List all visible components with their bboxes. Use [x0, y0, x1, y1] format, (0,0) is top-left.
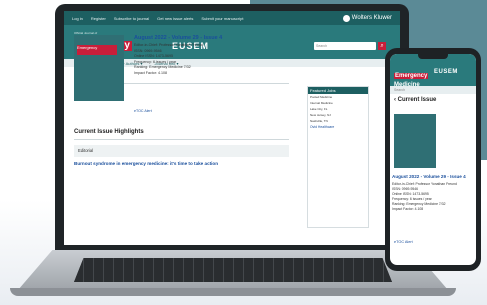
login-link[interactable]: Log in: [72, 16, 83, 21]
impact-factor: Impact Factor: 4.108: [134, 70, 167, 75]
wolters-kluwer-icon: [342, 14, 350, 22]
search-icon[interactable]: ⌕: [378, 42, 386, 50]
etoc-alert-link[interactable]: eTOC Alert: [134, 109, 152, 113]
article-link[interactable]: Burnout syndrome in emergency medicine: …: [74, 161, 218, 166]
featured-jobs-panel: Featured Jobs Pooled Medicine Internal M…: [307, 86, 369, 228]
search-input[interactable]: Search ⌕: [314, 42, 386, 50]
submit-link[interactable]: Submit your manuscript: [201, 16, 243, 21]
journal-cover-image[interactable]: Emergency: [74, 35, 124, 101]
publisher-logo[interactable]: Wolters Kluwer: [342, 14, 392, 22]
laptop-keyboard: [74, 258, 392, 282]
laptop-screen: Log in Register Subscribe to journal Get…: [64, 11, 400, 245]
cover-title: Emergency: [77, 45, 117, 55]
phone-meta-impact: Impact Factor: 4.108: [392, 207, 424, 211]
publisher-name: Wolters Kluwer: [351, 15, 392, 21]
register-link[interactable]: Register: [91, 16, 106, 21]
editorial-category[interactable]: Editorial: [74, 145, 289, 157]
phone-notch: [418, 54, 448, 59]
subscribe-link[interactable]: Subscribe to journal: [114, 16, 149, 21]
phone-issue-meta: Editor-in-Chief: Professor Yonathan Freu…: [392, 182, 474, 212]
phone-cover-image[interactable]: [394, 114, 436, 168]
phone-current-issue-heading[interactable]: ‹ Current Issue: [390, 94, 476, 106]
ovid-link[interactable]: Ovid Healthcare: [308, 124, 368, 130]
phone-etoc-alert[interactable]: eTOC Alert: [394, 240, 413, 244]
phone-issue-title[interactable]: August 2022 - Volume 29 - Issue 4: [392, 174, 474, 179]
issue-title-link[interactable]: August 2022 - Volume 29 - Issue 4: [134, 35, 294, 41]
phone-society-logo[interactable]: EUSEM: [434, 69, 458, 75]
phone-brand-line1: Emergency: [394, 73, 429, 79]
laptop-lip: [10, 288, 456, 296]
alerts-link[interactable]: Get new issue alerts: [157, 16, 193, 21]
phone-brand-line2: Medicine: [394, 82, 420, 88]
featured-jobs-heading: Featured Jobs: [308, 87, 368, 94]
issue-info: August 2022 - Volume 29 - Issue 4 Editor…: [134, 35, 294, 76]
phone-brand[interactable]: Emergency Medicine: [394, 64, 429, 88]
top-utility-bar: Log in Register Subscribe to journal Get…: [64, 11, 400, 25]
highlights-heading: Current Issue Highlights: [74, 129, 144, 135]
divider: [74, 139, 289, 140]
